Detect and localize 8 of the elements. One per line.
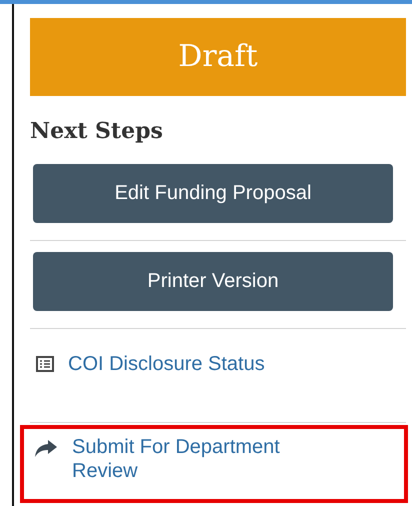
action-link[interactable]: COI Disclosure Status: [68, 352, 265, 376]
forward-arrow-icon: [34, 439, 58, 457]
list-icon: [36, 356, 54, 372]
status-banner: Draft: [30, 18, 406, 96]
action-button[interactable]: Edit Funding Proposal: [33, 164, 393, 223]
action-link[interactable]: Submit For Department Review: [72, 435, 342, 483]
section-title: Next Steps: [30, 118, 164, 144]
action-button[interactable]: Printer Version: [33, 252, 393, 311]
